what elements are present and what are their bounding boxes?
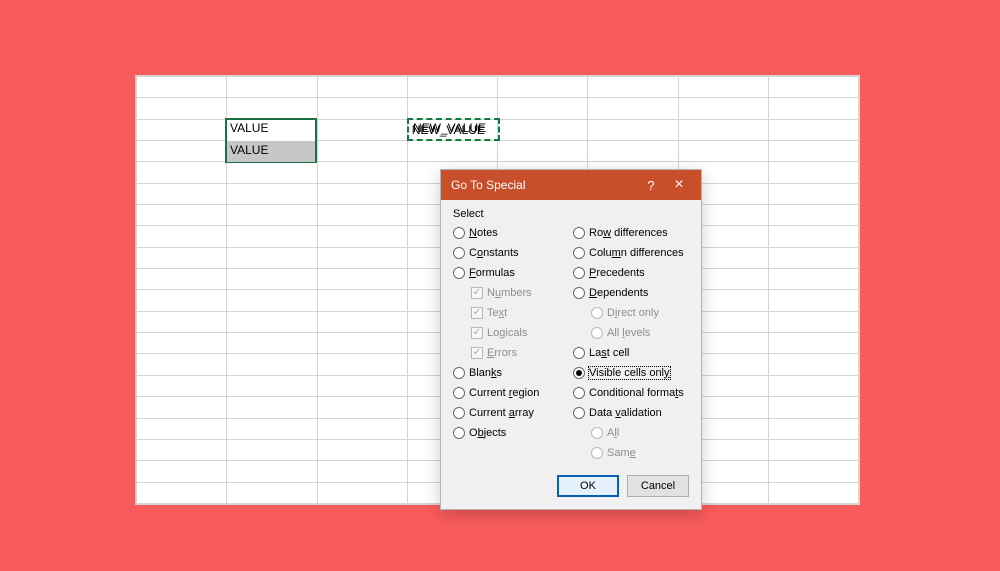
option-current-region[interactable]: Current region	[453, 384, 569, 401]
option-data-validation[interactable]: Data validation	[573, 404, 689, 421]
option-direct-only: Direct only	[573, 304, 689, 321]
dialog-footer: OK Cancel	[441, 467, 701, 509]
option-text: ✓Text	[453, 304, 569, 321]
select-label: Select	[453, 208, 689, 220]
help-button[interactable]: ?	[637, 170, 665, 200]
option-blanks[interactable]: Blanks	[453, 364, 569, 381]
option-same: Same	[573, 444, 689, 461]
ok-button[interactable]: OK	[557, 475, 619, 497]
option-numbers: ✓Numbers	[453, 284, 569, 301]
option-visible-cells-only[interactable]: Visible cells only	[573, 364, 689, 381]
option-errors: ✓Errors	[453, 344, 569, 361]
close-button[interactable]: ×	[665, 170, 693, 200]
option-dependents[interactable]: Dependents	[573, 284, 689, 301]
option-conditional-formats[interactable]: Conditional formats	[573, 384, 689, 401]
cancel-button[interactable]: Cancel	[627, 475, 689, 497]
option-constants[interactable]: Constants	[453, 244, 569, 261]
option-objects[interactable]: Objects	[453, 424, 569, 441]
option-current-array[interactable]: Current array	[453, 404, 569, 421]
option-all: All	[573, 424, 689, 441]
option-row-differences[interactable]: Row differences	[573, 224, 689, 241]
cell-c1-text-overlay: NEW_VALUE	[413, 121, 486, 135]
options-left-column: Notes Constants Formulas ✓Numbers ✓Text …	[453, 224, 569, 461]
option-column-differences[interactable]: Column differences	[573, 244, 689, 261]
cell-a2-text-overlay: VALUE	[230, 143, 268, 157]
option-last-cell[interactable]: Last cell	[573, 344, 689, 361]
cell-a1-text-overlay: VALUE	[230, 121, 268, 135]
option-precedents[interactable]: Precedents	[573, 264, 689, 281]
option-logicals: ✓Logicals	[453, 324, 569, 341]
dialog-titlebar[interactable]: Go To Special ? ×	[441, 170, 701, 200]
option-notes[interactable]: Notes	[453, 224, 569, 241]
dialog-body: Select Notes Constants Formulas ✓Numbers…	[441, 200, 701, 467]
dialog-title: Go To Special	[451, 178, 637, 192]
option-all-levels: All levels	[573, 324, 689, 341]
go-to-special-dialog: Go To Special ? × Select Notes Constants…	[440, 169, 702, 510]
option-formulas[interactable]: Formulas	[453, 264, 569, 281]
options-right-column: Row differences Column differences Prece…	[573, 224, 689, 461]
